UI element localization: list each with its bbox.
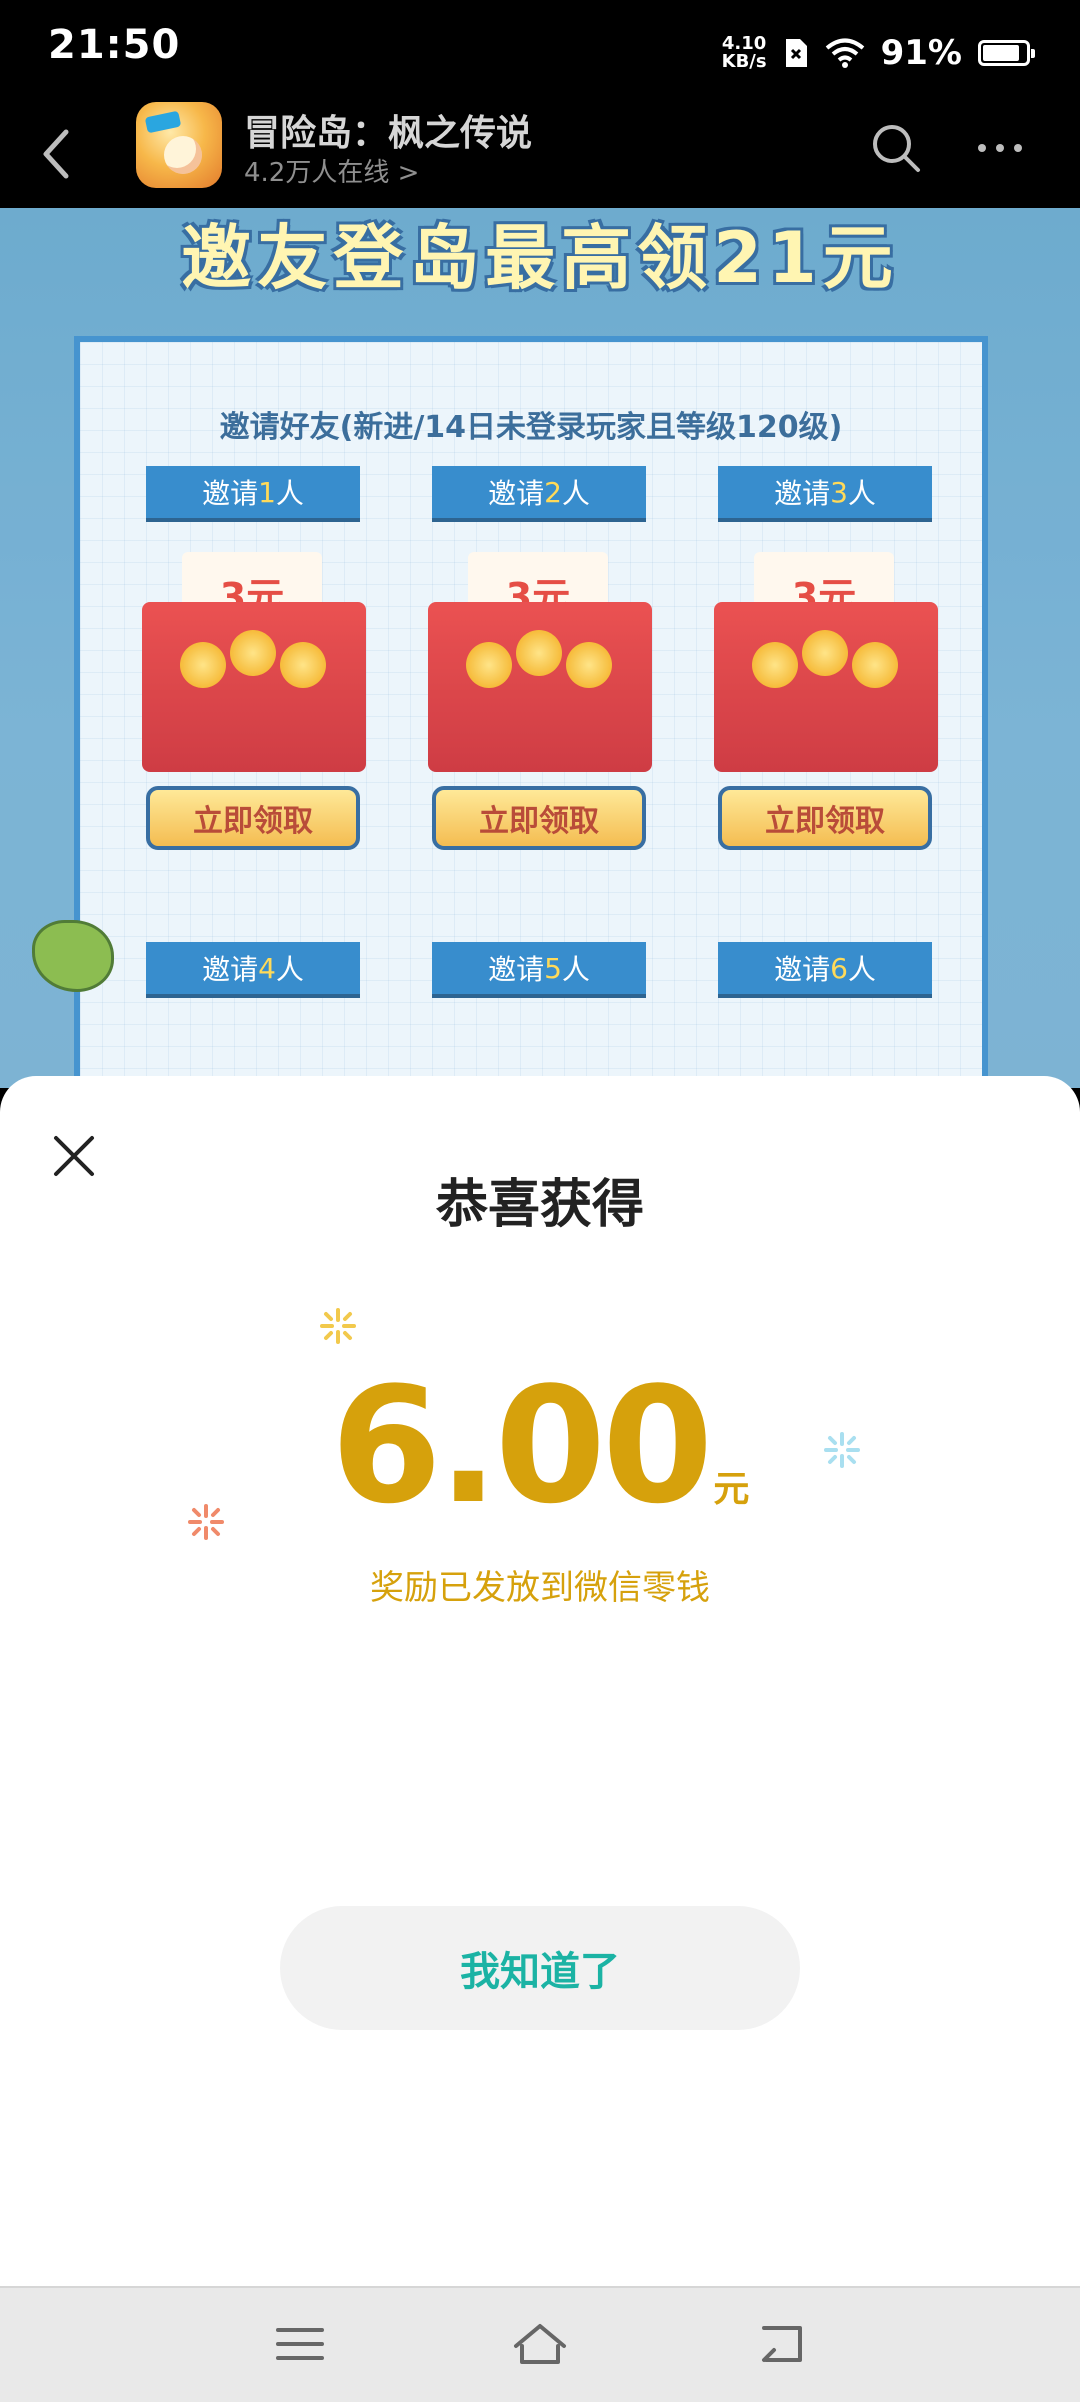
acknowledge-button[interactable]: 我知道了 — [280, 1906, 800, 2030]
page-title[interactable]: 冒险岛：枫之传说 — [244, 104, 532, 156]
menu-icon[interactable] — [270, 2316, 330, 2372]
system-navigation-bar — [0, 2286, 1080, 2402]
top-nav-bar: 冒险岛：枫之传说 4.2万人在线 > — [0, 100, 1080, 208]
online-count-link[interactable]: 4.2万人在线 > — [244, 152, 419, 189]
status-indicators: 4.10 KB/s 91% — [722, 28, 1035, 78]
status-bar: 21:50 4.10 KB/s 91% — [0, 0, 1080, 100]
battery-fill — [983, 45, 1019, 61]
reward-amount-unit: 元 — [713, 1469, 750, 1510]
reward-sheet: 恭喜获得 6.00 元 奖励已发放到微信零钱 我知道了 — [0, 1076, 1080, 2286]
reward-amount: 6.00 元 — [0, 1366, 1080, 1526]
search-icon[interactable] — [866, 118, 926, 178]
reward-amount-value: 6.00 — [330, 1352, 714, 1539]
more-dots-icon[interactable] — [970, 126, 1030, 170]
reward-description: 奖励已发放到微信零钱 — [370, 1568, 710, 1608]
sparkle-icon — [320, 1308, 356, 1344]
home-icon[interactable] — [510, 2316, 570, 2372]
app-icon[interactable] — [136, 102, 222, 188]
no-sim-icon — [785, 39, 807, 67]
chevron-left-icon[interactable] — [30, 118, 86, 190]
battery-percent: 91% — [880, 33, 962, 73]
status-time: 21:50 — [48, 22, 181, 68]
return-icon[interactable] — [752, 2316, 812, 2372]
sheet-title: 恭喜获得 — [435, 1175, 644, 1235]
network-speed-unit: KB/s — [721, 51, 767, 72]
modal-backdrop[interactable] — [0, 208, 1080, 1088]
network-speed: 4.10 KB/s — [722, 35, 767, 71]
wifi-icon — [825, 38, 864, 68]
battery-icon — [978, 40, 1035, 66]
